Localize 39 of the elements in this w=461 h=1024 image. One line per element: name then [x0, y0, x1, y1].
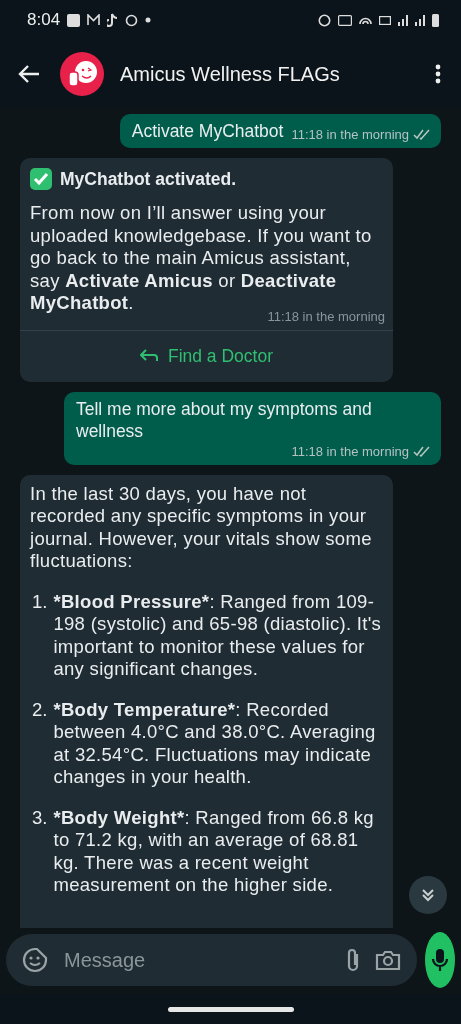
- status-time: 8:04: [27, 10, 61, 30]
- battery-icon: [432, 13, 439, 27]
- more-options-icon[interactable]: [435, 64, 441, 84]
- checkmark-icon: [30, 168, 52, 190]
- reply-arrow-icon: [139, 349, 158, 363]
- list-item-text: *Body Weight*: Ranged from 66.8 kg to 71.2 kg, with an average of 68.81 kg. There was a recent weight measurement on the higher side.: [53, 806, 375, 897]
- find-doctor-button[interactable]: Find a Doctor: [20, 329, 393, 382]
- list-number: 1.: [32, 590, 48, 614]
- message-time: 11:18 in the morning: [291, 127, 409, 142]
- mail-icon: [87, 14, 101, 26]
- signal-icon: [415, 14, 425, 26]
- double-chevron-down-icon: [420, 887, 436, 903]
- list-number: 3.: [32, 806, 48, 830]
- message-field[interactable]: Message: [6, 934, 417, 986]
- message-time: 11:18 in the morning: [291, 443, 409, 459]
- home-indicator[interactable]: [167, 1006, 294, 1012]
- attach-icon[interactable]: [345, 947, 361, 973]
- message-heading: MyChatbot activated.: [60, 168, 236, 190]
- music-note-icon: [107, 13, 119, 27]
- microphone-icon: [431, 948, 449, 972]
- double-tick-icon: [413, 445, 431, 457]
- message-text: In the last 30 days, you have not recorded any specific symptoms in your journal. However, your vitals show some fluctuations:: [30, 482, 373, 573]
- camera-icon[interactable]: [375, 949, 401, 971]
- list-number: 2.: [32, 698, 48, 722]
- double-tick-icon: [413, 129, 431, 140]
- dot-icon: [145, 17, 152, 23]
- signal-icon: [398, 14, 408, 26]
- hotspot-icon: [359, 16, 372, 24]
- list-item-text: *Body Temperature*: Recorded between 4.0°C and 38.0°C. Averaging at 32.54°C. Fluctuations may indicate changes in your health.: [53, 698, 377, 789]
- message-text: Activate MyChatbot: [131, 120, 284, 142]
- square-app-icon: [67, 13, 81, 27]
- avatar-icon[interactable]: [60, 52, 104, 96]
- voice-record-button[interactable]: [425, 932, 455, 988]
- sticker-icon[interactable]: [22, 947, 48, 973]
- chat-title[interactable]: Amicus Wellness FLAGs: [120, 62, 419, 86]
- message-text: Tell me more about my symptoms and wellness: [76, 397, 373, 442]
- list-item-text: *Blood Pressure*: Ranged from 109-198 (systolic) and 65-98 (diastolic). It's important to monitor these values for any significant changes.: [53, 590, 383, 681]
- back-icon[interactable]: [18, 64, 40, 84]
- scroll-down-button[interactable]: [409, 876, 447, 914]
